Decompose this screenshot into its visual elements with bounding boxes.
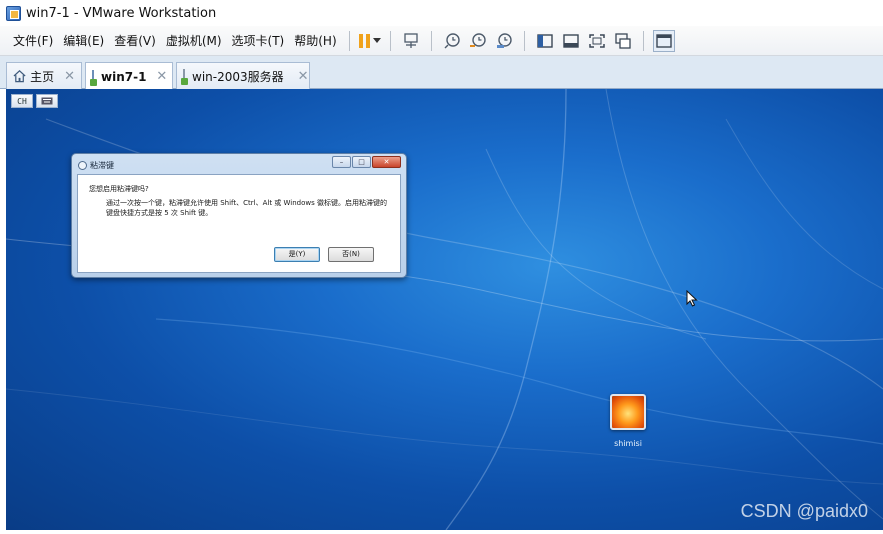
menu-help[interactable]: 帮助(H) [289,30,341,52]
vm-icon [181,69,188,85]
close-icon[interactable]: ✕ [298,69,309,84]
accessibility-icon [78,160,87,170]
no-button[interactable]: 否(N) [328,247,374,262]
tab-label: win7-1 [101,69,147,84]
dialog-body: 您想启用粘滞键吗? 通过一次按一个键，粘滞键允许使用 Shift、Ctrl、Al… [77,174,401,273]
tab-bar: 主页 ✕ win7-1 ✕ win-2003服务器 ✕ [0,56,883,90]
unity-button[interactable] [612,30,634,52]
toolbar-divider [430,30,432,51]
thumbnail-bar-icon [562,33,579,48]
menu-toolbar: 文件(F) 编辑(E) 查看(V) 虚拟机(M) 选项卡(T) 帮助(H) [0,26,883,56]
dialog-window-buttons: – □ ✕ [332,156,401,168]
vm-icon [90,69,97,86]
send-ctrl-alt-del-button[interactable] [400,30,422,52]
tab-win-2003[interactable]: win-2003服务器 ✕ [176,62,310,89]
thumbnail-bar-button[interactable] [560,30,582,52]
close-icon[interactable]: ✕ [64,69,75,84]
close-icon[interactable]: ✕ [156,69,167,84]
menu-tabs[interactable]: 选项卡(T) [227,30,290,52]
window-titlebar: win7-1 - VMware Workstation [0,0,883,26]
snapshot-revert-button[interactable] [467,30,489,52]
console-view-icon [536,33,553,48]
ime-chip[interactable]: CH [11,94,33,108]
snapshot-take-icon [444,32,460,48]
fullscreen-icon [588,33,605,48]
mouse-cursor-icon [686,290,698,307]
dialog-title: 粘滞键 [90,160,114,170]
tab-label: 主页 [30,69,55,84]
toolbar-divider [348,30,350,51]
user-avatar[interactable] [610,394,646,430]
toolbar-divider [389,30,391,51]
menu-file[interactable]: 文件(F) [8,30,58,52]
pause-icon [358,33,371,48]
close-button[interactable]: ✕ [372,156,401,168]
toolbar-divider [642,30,644,51]
pause-button[interactable] [358,30,381,52]
sticky-keys-dialog: 粘滞键 – □ ✕ 您想启用粘滞键吗? 通过一次按一个键，粘滞键允许使用 Shi… [71,153,407,278]
tab-label: win-2003服务器 [192,69,284,84]
tab-win7-1[interactable]: win7-1 ✕ [85,62,173,90]
tab-home[interactable]: 主页 ✕ [6,62,82,89]
home-icon [13,70,26,83]
vmware-app-icon [6,5,21,21]
window-title: win7-1 - VMware Workstation [26,5,217,21]
library-view-button[interactable] [652,29,675,52]
send-ctrl-alt-del-icon [403,32,418,48]
snapshot-revert-icon [469,32,486,47]
snapshot-manager-icon [496,32,512,48]
vm-screen[interactable]: CH 粘滞键 – □ ✕ 您想启用粘滞键吗? 通过一次按一个键，粘滞键允许使用 … [6,89,883,530]
keyboard-chip[interactable] [36,94,58,108]
fullscreen-button[interactable] [586,30,608,52]
console-view-button[interactable] [534,30,556,52]
snapshot-take-button[interactable] [441,30,463,52]
chevron-down-icon[interactable] [372,38,381,43]
yes-button[interactable]: 是(Y) [274,247,320,262]
dialog-question: 您想启用粘滞键吗? [89,185,149,193]
library-view-icon [655,33,672,48]
minimize-button[interactable]: – [332,156,351,168]
user-name: shimisi [614,439,642,448]
unity-icon [614,32,631,49]
maximize-button[interactable]: □ [352,156,371,168]
dialog-titlebar: 粘滞键 [78,158,114,172]
menu-vm[interactable]: 虚拟机(M) [161,30,227,52]
watermark: CSDN @paidx0 [740,501,868,521]
menu-edit[interactable]: 编辑(E) [58,30,109,52]
keyboard-icon [41,97,53,105]
menu-view[interactable]: 查看(V) [109,30,161,52]
toolbar-divider [523,30,525,51]
snapshot-manager-button[interactable] [493,30,515,52]
dialog-detail: 通过一次按一个键，粘滞键允许使用 Shift、Ctrl、Alt 或 Window… [106,199,387,217]
